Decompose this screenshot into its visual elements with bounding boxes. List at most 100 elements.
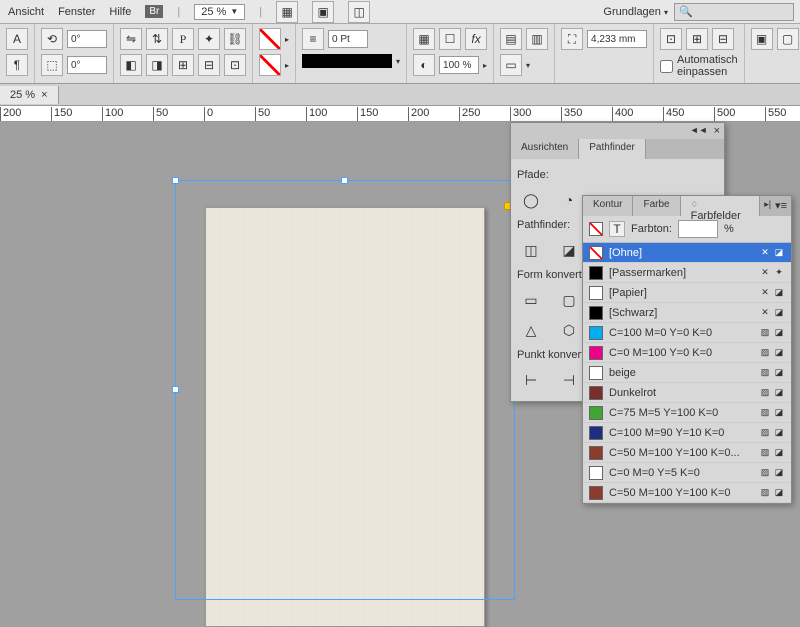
close-icon[interactable]: × [41,89,47,101]
fit-2-icon[interactable]: ⊞ [686,28,708,50]
swatch-item[interactable]: [Schwarz]✕◪ [583,303,791,323]
view-mode-1-icon[interactable]: ▦ [276,1,298,23]
menu-ansicht[interactable]: Ansicht [8,6,44,18]
bridge-button[interactable]: Br [145,5,163,18]
panel-menu-icon[interactable]: ▾≡ [775,199,787,213]
ruler-mark: 400 [612,107,633,121]
swatch-item[interactable]: C=50 M=100 Y=100 K=0...▨◪ [583,443,791,463]
pf-merge-icon[interactable]: ◫ [517,239,545,261]
tab-pathfinder[interactable]: Pathfinder [579,139,646,159]
tint-input[interactable] [678,220,718,238]
document-tab[interactable]: 25 %× [0,86,59,104]
swatch-item[interactable]: C=0 M=0 Y=5 K=0▨◪ [583,463,791,483]
stroke-pt-input[interactable] [328,30,368,48]
angle-1-input[interactable] [67,30,107,48]
zoom-level[interactable]: 25 %▼ [194,4,245,20]
swatch-item[interactable]: C=75 M=5 Y=100 K=0▨◪ [583,403,791,423]
mm-input[interactable] [587,30,647,48]
flip-v-icon[interactable]: ⇅ [146,28,168,50]
stroke-swatch[interactable] [259,28,281,50]
ruler-mark: 500 [714,107,735,121]
workspace-selector[interactable]: Grundlagen ▾ [603,6,668,18]
align-3-icon[interactable]: ⊞ [172,54,194,76]
swatch-type-icon: ◪ [773,467,785,479]
fx-2-icon[interactable]: ☐ [439,28,461,50]
extra-1-icon[interactable]: ▣ [751,28,773,50]
fx-label[interactable]: fx [465,28,487,50]
swatch-item[interactable]: beige▨◪ [583,363,791,383]
wrap-2-icon[interactable]: ▥ [526,28,548,50]
swatch-color [589,366,603,380]
swatch-item[interactable]: C=50 M=100 Y=100 K=0▨◪ [583,483,791,503]
pt-smooth-icon[interactable]: ⊣ [555,369,583,391]
shape-rect-icon[interactable]: ▭ [517,289,545,311]
link-icon[interactable]: ⛓ [224,28,246,50]
tab-kontur[interactable]: Kontur [583,196,633,216]
tab-farbe[interactable]: Farbe [633,196,680,216]
panel-expand-icon[interactable]: ▸| [764,199,771,213]
selection-box[interactable] [175,180,515,600]
panel-collapse-icon[interactable]: ◄◄ [690,125,708,137]
pf-subtract-icon[interactable]: ◔ [555,189,583,211]
divider: | [259,6,262,18]
handle-nw[interactable] [172,177,179,184]
swatch-lock-icon: ✕ [759,307,771,319]
align-2-icon[interactable]: ◨ [146,54,168,76]
swatch-item[interactable]: Dunkelrot▨◪ [583,383,791,403]
rotate-icon[interactable]: ⟲ [41,28,63,50]
wrap-1-icon[interactable]: ▤ [500,28,522,50]
shape-poly-icon[interactable]: ⬡ [555,319,583,341]
swatch-item[interactable]: [Ohne]✕◪ [583,243,791,263]
wrap-3-icon[interactable]: ▭ [500,54,522,76]
align-4-icon[interactable]: ⊟ [198,54,220,76]
swatch-item[interactable]: [Passermarken]✕✦ [583,263,791,283]
shear-icon[interactable]: ⬚ [41,54,63,76]
ruler-mark: 100 [306,107,327,121]
swatch-item[interactable]: C=0 M=100 Y=0 K=0▨◪ [583,343,791,363]
ruler-horizontal: 2001501005005010015020025030035040045050… [0,106,800,122]
swatch-item[interactable]: C=100 M=0 Y=0 K=0▨◪ [583,323,791,343]
align-5-icon[interactable]: ⊡ [224,54,246,76]
menu-fenster[interactable]: Fenster [58,6,95,18]
extra-2-icon[interactable]: ▢ [777,28,799,50]
shape-triangle-icon[interactable]: △ [517,319,545,341]
panel-close-icon[interactable]: × [714,125,720,137]
fit-3-icon[interactable]: ⊟ [712,28,734,50]
type-toggle-icon[interactable]: T [609,221,625,237]
swatch-item[interactable]: [Papier]✕◪ [583,283,791,303]
autofit-checkbox[interactable] [660,60,673,73]
opacity-icon[interactable]: ◐ [413,54,435,76]
type-path-icon[interactable]: P [172,28,194,50]
anchor-icon[interactable]: ✦ [198,28,220,50]
para-icon[interactable]: ¶ [6,54,28,76]
handle-w[interactable] [172,386,179,393]
fill-swatch[interactable] [259,54,281,76]
align-1-icon[interactable]: ◧ [120,54,142,76]
shape-roundrect-icon[interactable]: ▢ [555,289,583,311]
pf-add-icon[interactable]: ◯ [517,189,545,211]
menu-hilfe[interactable]: Hilfe [109,6,131,18]
fit-1-icon[interactable]: ⊡ [660,28,682,50]
weight-icon[interactable]: ≡ [302,28,324,50]
search-input[interactable]: 🔍 [674,3,794,21]
view-mode-3-icon[interactable]: ◫ [348,1,370,23]
tab-farbfelder[interactable]: ♢ Farbfelder [681,196,761,216]
crop-icon[interactable]: ⛶ [561,28,583,50]
view-mode-2-icon[interactable]: ▣ [312,1,334,23]
divider: | [177,6,180,18]
pt-corner-icon[interactable]: ⊢ [517,369,545,391]
current-fill-swatch[interactable] [589,222,603,236]
angle-2-input[interactable] [67,56,107,74]
fx-1-icon[interactable]: ▦ [413,28,435,50]
farbton-label: Farbton: [631,223,672,235]
tab-ausrichten[interactable]: Ausrichten [511,139,579,159]
opacity-input[interactable] [439,56,479,74]
canvas[interactable]: ◄◄× Ausrichten Pathfinder Pfade: ◯ ◔ ◑ ⧉… [0,122,800,600]
flip-h-icon[interactable]: ⇋ [120,28,142,50]
stroke-style[interactable] [302,54,392,68]
swatch-item[interactable]: C=100 M=90 Y=10 K=0▨◪ [583,423,791,443]
char-icon[interactable]: A [6,28,28,50]
pf-trim-icon[interactable]: ◪ [555,239,583,261]
handle-n[interactable] [341,177,348,184]
swatch-name: C=50 M=100 Y=100 K=0... [609,447,753,459]
